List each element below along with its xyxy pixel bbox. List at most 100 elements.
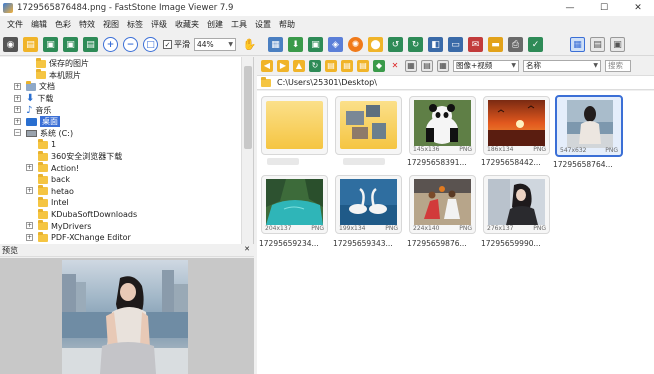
menu-file[interactable]: 文件 bbox=[3, 19, 27, 30]
menu-tags[interactable]: 标签 bbox=[123, 19, 147, 30]
tree-item-360-downloads[interactable]: 360安全浏览器下载 bbox=[38, 150, 122, 163]
thumbnail-image[interactable]: 224x140 PNG bbox=[409, 175, 476, 234]
rotate-right-icon[interactable]: ↻ bbox=[408, 37, 423, 52]
expand-icon[interactable]: + bbox=[14, 106, 21, 114]
menu-rating[interactable]: 评级 bbox=[147, 19, 171, 30]
expand-icon[interactable]: + bbox=[14, 117, 21, 125]
zoom-out-icon[interactable]: − bbox=[123, 37, 138, 52]
path-bar[interactable]: C:\Users\25301\Desktop\ bbox=[257, 75, 654, 90]
tree-scrollbar[interactable] bbox=[241, 57, 253, 244]
hand-tool-icon[interactable]: ✋ bbox=[242, 37, 257, 52]
up-folder-icon[interactable]: ▲ bbox=[293, 59, 305, 72]
tree-item-folder-1[interactable]: 1 bbox=[38, 138, 56, 151]
tree-item-kduba[interactable]: KDubaSoftDownloads bbox=[38, 208, 137, 221]
close-icon[interactable]: ✕ bbox=[244, 245, 250, 253]
thumbnail-image[interactable]: 199x134 PNG bbox=[335, 175, 402, 234]
layout-fullscreen-icon[interactable]: ▣ bbox=[610, 37, 625, 52]
thumbnail-folder[interactable] bbox=[261, 96, 328, 155]
menu-tools[interactable]: 工具 bbox=[227, 19, 251, 30]
tree-item-pdf-xchange[interactable]: PDF-XChange Editor bbox=[38, 231, 131, 244]
tree-item-hetao[interactable]: hetao bbox=[38, 185, 74, 198]
tree-item-downloads[interactable]: ⬇ 下载 bbox=[26, 93, 53, 105]
acquire-icon[interactable]: ✓ bbox=[528, 37, 543, 52]
menu-create[interactable]: 创建 bbox=[203, 19, 227, 30]
tree-item-drive-c[interactable]: 系统 (C:) bbox=[26, 128, 73, 140]
tree-item-music[interactable]: ♪ 音乐 bbox=[26, 104, 51, 116]
slideshow-icon[interactable]: ▭ bbox=[448, 37, 463, 52]
tree-item-back[interactable]: back bbox=[38, 173, 70, 186]
view-list-icon[interactable]: ▤ bbox=[421, 59, 433, 72]
zoom-in-icon[interactable]: + bbox=[103, 37, 118, 52]
thumbnail-image[interactable]: 204x137 PNG bbox=[261, 175, 328, 234]
minimize-button[interactable]: — bbox=[554, 0, 586, 16]
effects-gear-icon[interactable]: ✺ bbox=[348, 37, 363, 52]
expand-icon[interactable]: + bbox=[26, 233, 33, 241]
menu-settings[interactable]: 设置 bbox=[251, 19, 275, 30]
layout-thumbnails-icon[interactable]: ▦ bbox=[570, 37, 585, 52]
tree-item-documents[interactable]: 文档 bbox=[26, 80, 55, 93]
resize-icon[interactable]: ⬇ bbox=[288, 37, 303, 52]
close-button[interactable]: ✕ bbox=[622, 0, 654, 16]
crop-icon[interactable]: ▣ bbox=[308, 37, 323, 52]
camera-icon[interactable]: ◉ bbox=[3, 37, 18, 52]
tree-item-camera-roll[interactable]: 本机照片 bbox=[36, 69, 81, 82]
move-to-icon[interactable]: ▤ bbox=[357, 59, 369, 72]
tree-item-mydrivers[interactable]: MyDrivers bbox=[38, 220, 91, 232]
export-icon[interactable]: ▤ bbox=[83, 37, 98, 52]
compare-icon[interactable]: ◧ bbox=[428, 37, 443, 52]
view-grid-icon[interactable]: ▦ bbox=[437, 59, 449, 72]
zoom-select[interactable]: 44% ▼ bbox=[194, 38, 236, 51]
print-icon[interactable]: ⎙ bbox=[508, 37, 523, 52]
menu-favorites[interactable]: 收藏夹 bbox=[171, 19, 203, 30]
smooth-checkbox[interactable]: ✓ 平滑 bbox=[163, 39, 190, 50]
tree-item-intel[interactable]: Intel bbox=[38, 196, 69, 209]
smooth-check-icon[interactable]: ✓ bbox=[163, 40, 172, 49]
expand-icon[interactable]: + bbox=[14, 83, 21, 90]
expand-icon[interactable]: + bbox=[26, 187, 33, 195]
red-eye-icon[interactable]: ⬤ bbox=[368, 37, 383, 52]
maximize-button[interactable]: ☐ bbox=[588, 0, 620, 16]
tree-item-desktop[interactable]: 桌面 bbox=[26, 116, 60, 128]
thumbnail-image[interactable]: 276x137 PNG bbox=[483, 175, 550, 234]
tree-scrollbar-thumb[interactable] bbox=[244, 66, 252, 149]
sort-select[interactable]: 名称 ▼ bbox=[523, 59, 601, 72]
copy-to-icon[interactable]: ▤ bbox=[341, 59, 353, 72]
actual-size-icon[interactable]: □ bbox=[143, 37, 158, 52]
collapse-icon[interactable]: − bbox=[14, 129, 21, 137]
image-format: PNG bbox=[459, 146, 472, 153]
refresh-icon[interactable]: ↻ bbox=[309, 59, 321, 72]
open-folder-icon[interactable]: ▤ bbox=[23, 37, 38, 52]
tree-item-saved-pictures[interactable]: 保存的图片 bbox=[36, 57, 89, 70]
tag-icon[interactable]: ◆ bbox=[373, 59, 385, 72]
expand-icon[interactable]: + bbox=[26, 164, 33, 172]
thumbnail-image-selected[interactable]: 547x632 PNG bbox=[555, 95, 623, 157]
forward-icon[interactable]: ▶ bbox=[277, 59, 289, 72]
menu-color[interactable]: 色彩 bbox=[51, 19, 75, 30]
delete-icon[interactable]: ✕ bbox=[389, 60, 401, 72]
tree-item-action[interactable]: Action! bbox=[38, 162, 79, 174]
thumbnail-image[interactable]: 186x134 PNG bbox=[483, 96, 550, 155]
rotate-left-icon[interactable]: ↺ bbox=[388, 37, 403, 52]
new-folder-icon[interactable]: ▤ bbox=[325, 59, 337, 72]
fit-window-icon[interactable]: ▦ bbox=[268, 37, 283, 52]
menu-help[interactable]: 帮助 bbox=[275, 19, 299, 30]
layout-preview-icon[interactable]: ▤ bbox=[590, 37, 605, 52]
wallpaper-icon[interactable]: ▬ bbox=[488, 37, 503, 52]
expand-icon[interactable]: + bbox=[26, 222, 33, 230]
thumbnail-image[interactable]: 145x136 PNG bbox=[409, 96, 476, 155]
save-as-icon[interactable]: ▣ bbox=[63, 37, 78, 52]
back-icon[interactable]: ◀ bbox=[261, 59, 273, 72]
menu-effects[interactable]: 特效 bbox=[75, 19, 99, 30]
view-details-icon[interactable]: ▦ bbox=[405, 59, 417, 72]
save-icon[interactable]: ▣ bbox=[43, 37, 58, 52]
search-input[interactable]: 搜索 bbox=[605, 59, 631, 72]
folder-icon bbox=[38, 185, 48, 196]
view-mode-select[interactable]: 图像+视频 ▼ bbox=[453, 59, 519, 72]
email-icon[interactable]: ✉ bbox=[468, 37, 483, 52]
menu-view[interactable]: 视图 bbox=[99, 19, 123, 30]
thumbnail-photo-folder[interactable] bbox=[335, 96, 402, 155]
expand-icon[interactable]: + bbox=[14, 94, 21, 102]
image-format: PNG bbox=[533, 146, 546, 153]
menu-edit[interactable]: 编辑 bbox=[27, 19, 51, 30]
color-adjust-icon[interactable]: ◈ bbox=[328, 37, 343, 52]
